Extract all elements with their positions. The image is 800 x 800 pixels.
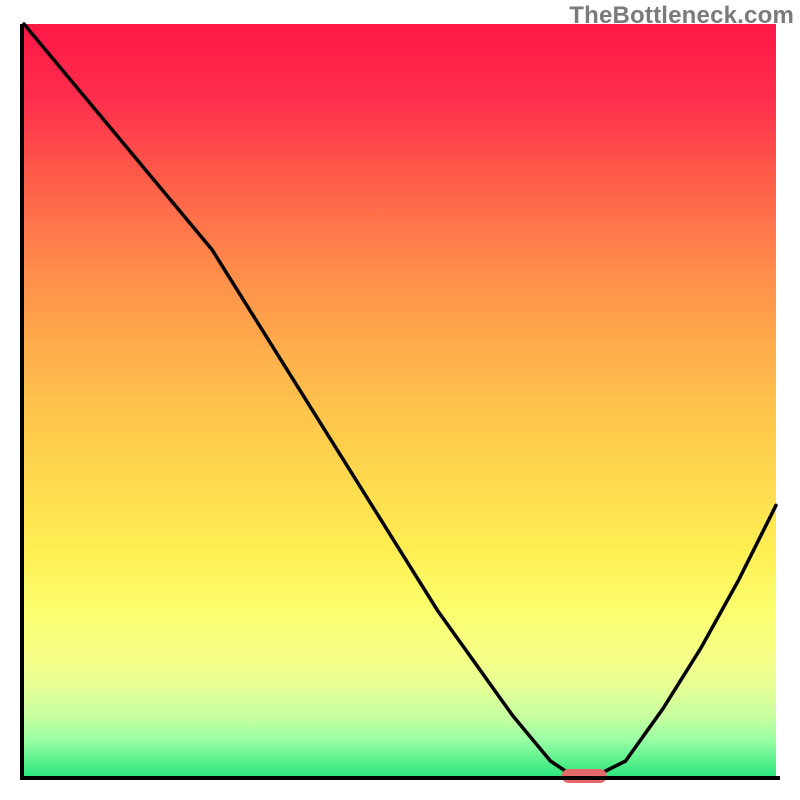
bottleneck-curve (24, 24, 776, 776)
x-axis (20, 776, 780, 780)
y-axis (20, 24, 24, 780)
plot-area (24, 24, 776, 776)
watermark-text: TheBottleneck.com (569, 2, 794, 30)
chart-container: TheBottleneck.com (0, 0, 800, 800)
chart-overlay (24, 24, 776, 776)
